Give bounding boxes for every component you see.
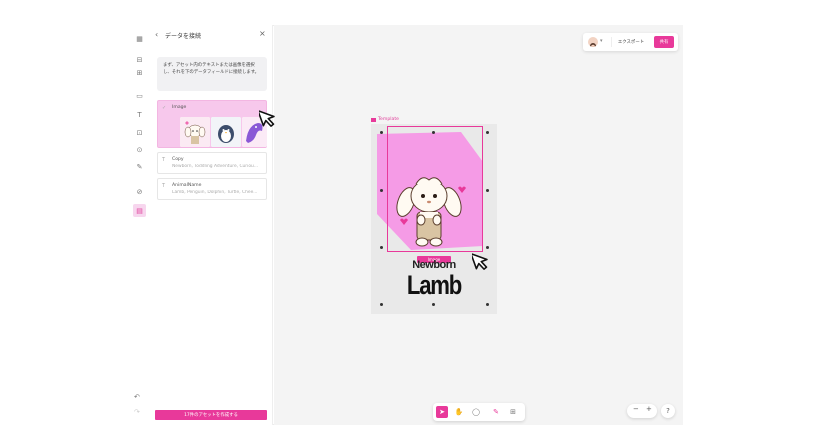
field-value: Newborn, Toddling Adventure, Curiou...	[172, 164, 258, 169]
hand-tool-icon[interactable]: ✋	[453, 406, 465, 418]
left-rail: ▦ ⊟ ⊞ ▭ T ⊡ ⊙ ✎ ⊘ ▤	[130, 25, 149, 425]
export-button[interactable]: エクスポート	[611, 37, 650, 47]
pen-tool-icon[interactable]: ✎	[490, 406, 502, 418]
selection-handle[interactable]	[432, 303, 435, 306]
template-label-text: Template	[378, 117, 399, 122]
selection-handle[interactable]	[486, 131, 489, 134]
media-icon[interactable]: ▭	[133, 89, 146, 102]
template-label: Template	[371, 117, 399, 122]
field-image[interactable]: ✓ Image	[157, 100, 267, 148]
panel-title: データを接続	[165, 33, 202, 40]
thumbnail-penguin[interactable]	[211, 117, 241, 147]
grid-icon[interactable]: ⊟	[133, 53, 146, 66]
selection-handle[interactable]	[380, 246, 383, 249]
field-value: Lamb, Penguin, Dolphin, Turtle, Chee...	[172, 190, 258, 195]
text-tool-icon[interactable]: T	[133, 108, 146, 121]
field-copy[interactable]: T Copy Newborn, Toddling Adventure, Curi…	[157, 152, 267, 174]
field-label: Copy	[172, 157, 184, 162]
text-icon: T	[162, 183, 166, 189]
redo-icon[interactable]: ↷	[134, 408, 140, 416]
selection-handle[interactable]	[486, 189, 489, 192]
share-button[interactable]: 共有	[654, 36, 674, 48]
field-label: AnimalName	[172, 183, 202, 188]
cursor-icon	[472, 252, 488, 270]
info-box: まず、アセット内のテキストまたは画像を選択し、それを下のデータフィールドに接続し…	[157, 57, 267, 91]
undo-icon[interactable]: ↶	[134, 393, 140, 401]
edit-icon[interactable]: ⊘	[133, 185, 146, 198]
selection-handle[interactable]	[380, 303, 383, 306]
text-icon: T	[162, 157, 166, 163]
selection-handle[interactable]	[380, 131, 383, 134]
select-tool-icon[interactable]: ➤	[436, 406, 448, 418]
topbar: ▾ エクスポート 共有	[583, 33, 678, 51]
selection-handle[interactable]	[432, 131, 435, 134]
zoom-in-button[interactable]: +	[646, 405, 652, 413]
comment-tool-icon[interactable]: ◯	[470, 406, 482, 418]
zoom-out-button[interactable]: −	[633, 405, 639, 413]
avatar[interactable]	[588, 37, 598, 47]
help-button[interactable]: ?	[661, 404, 675, 418]
animal-name-text[interactable]: Lamb	[382, 270, 485, 301]
field-label: Image	[172, 105, 187, 110]
data-panel: ‹ データを接続 × まず、アセット内のテキストまたは画像を選択し、それを下のデ…	[149, 25, 273, 425]
panel-header: ‹ データを接続 ×	[149, 25, 273, 47]
bottom-toolbar: ➤ ✋ ◯ ✎ ⊞	[433, 403, 525, 421]
grid-tool-icon[interactable]: ⊞	[507, 406, 519, 418]
thumbnail-lamb[interactable]	[180, 117, 210, 147]
upload-icon[interactable]: ⊡	[133, 126, 146, 139]
template-icon	[371, 117, 376, 122]
selection-handle[interactable]	[380, 189, 383, 192]
selection-handle[interactable]	[486, 303, 489, 306]
field-animalname[interactable]: T AnimalName Lamb, Penguin, Dolphin, Tur…	[157, 178, 267, 200]
layout-icon[interactable]: ▦	[133, 32, 146, 45]
cursor-icon	[259, 109, 275, 127]
chevron-left-icon[interactable]: ‹	[155, 30, 158, 39]
data-connect-icon[interactable]: ▤	[133, 204, 146, 217]
zoom-control: − +	[627, 404, 657, 418]
image-icon: ✓	[162, 105, 167, 111]
close-icon[interactable]: ×	[259, 29, 266, 38]
draw-icon[interactable]: ✎	[133, 160, 146, 173]
apps-icon[interactable]: ⊞	[133, 66, 146, 79]
image-selection-box[interactable]	[387, 126, 483, 252]
elements-icon[interactable]: ⊙	[133, 143, 146, 156]
chevron-down-icon[interactable]: ▾	[600, 38, 603, 44]
create-assets-button[interactable]: 17件のアセットを作成する	[155, 410, 267, 420]
